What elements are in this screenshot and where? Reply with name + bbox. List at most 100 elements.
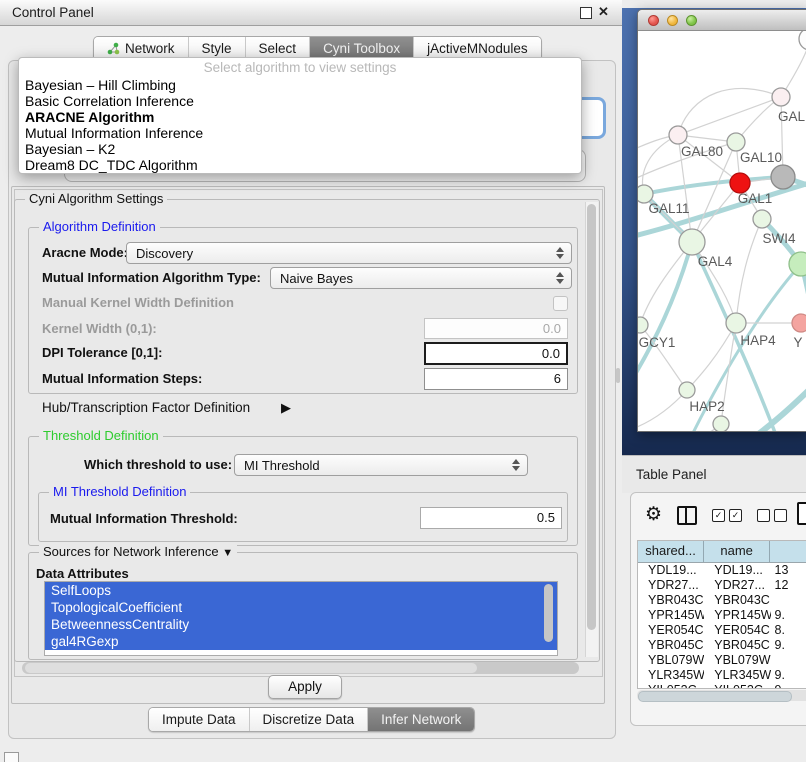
table-row[interactable]: YBR045CYBR045C9. bbox=[638, 638, 806, 653]
cyni-tab-impute-data[interactable]: Impute Data bbox=[149, 708, 250, 731]
data-attributes-list[interactable]: SelfLoopsTopologicalCoefficientBetweenne… bbox=[44, 581, 558, 656]
network-window-titlebar bbox=[638, 10, 806, 31]
algorithm-item-bayesian-hill-climbing[interactable]: Bayesian – Hill Climbing bbox=[19, 77, 581, 93]
cyni-settings-title: Cyni Algorithm Settings bbox=[25, 191, 167, 206]
node-label: GAL80 bbox=[681, 144, 723, 159]
attribute-item-betweennesscentrality[interactable]: BetweennessCentrality bbox=[45, 616, 557, 633]
table-row[interactable]: YLR345WYLR345W9. bbox=[638, 668, 806, 683]
table-row[interactable]: YDL19...YDL19...13 bbox=[638, 563, 806, 578]
network-node[interactable] bbox=[771, 165, 795, 189]
algorithm-definition-title: Algorithm Definition bbox=[39, 219, 160, 234]
collapsed-arrow-icon[interactable]: ▶ bbox=[281, 400, 291, 416]
table-row[interactable]: YPR145WYPR145W9. bbox=[638, 608, 806, 623]
algorithm-item-mutual-information-inference[interactable]: Mutual Information Inference bbox=[19, 125, 581, 141]
column-header-clipped[interactable] bbox=[770, 541, 806, 562]
table-row[interactable]: YIL052CYIL052C9 bbox=[638, 683, 806, 689]
table-row[interactable]: YER054CYER054C8. bbox=[638, 623, 806, 638]
settings-horizontal-scrollbar[interactable] bbox=[22, 662, 579, 674]
which-threshold-value: MI Threshold bbox=[244, 458, 320, 473]
node-label: HAP4 bbox=[740, 333, 776, 348]
network-node[interactable] bbox=[713, 416, 729, 431]
node-label: GAL4 bbox=[698, 254, 733, 269]
aracne-mode-value: Discovery bbox=[136, 246, 193, 261]
network-node-gal[interactable] bbox=[772, 88, 790, 106]
hub-definition-label[interactable]: Hub/Transcription Factor Definition bbox=[42, 400, 250, 416]
network-node-gal80[interactable] bbox=[669, 126, 687, 144]
network-node-swi4[interactable] bbox=[753, 210, 771, 228]
algorithm-item-aracne-algorithm[interactable]: ARACNE Algorithm bbox=[19, 109, 581, 125]
network-node-gal4[interactable] bbox=[679, 229, 705, 255]
table-horizontal-scrollbar[interactable] bbox=[637, 690, 806, 701]
network-graph-icon bbox=[107, 42, 120, 55]
table-hscroll-thumb[interactable] bbox=[638, 691, 792, 702]
network-node-hap2[interactable] bbox=[679, 382, 695, 398]
manual-kernel-label: Manual Kernel Width Definition bbox=[42, 295, 234, 311]
attr-list-scroll-thumb[interactable] bbox=[544, 584, 553, 642]
network-view-window: GALGAL80GAL10GAL1GAL11SWI4GAL4GCY1HAP4YH… bbox=[637, 9, 806, 432]
kernel-width-label: Kernel Width (0,1): bbox=[42, 321, 157, 337]
attribute-item-gal4rgexp[interactable]: gal4RGexp bbox=[45, 633, 557, 650]
table-row[interactable]: YDR27...YDR27...12 bbox=[638, 578, 806, 593]
network-node-y[interactable] bbox=[792, 314, 806, 332]
node-table[interactable]: shared...name YDL19...YDL19...13YDR27...… bbox=[637, 540, 806, 689]
gear-icon[interactable]: ⚙ bbox=[645, 505, 662, 525]
network-node-gal10[interactable] bbox=[727, 133, 745, 151]
node-label: GAL bbox=[778, 109, 806, 124]
mac-close-button[interactable] bbox=[648, 15, 659, 26]
mac-zoom-button[interactable] bbox=[686, 15, 697, 26]
algorithm-item-bayesian-k2[interactable]: Bayesian – K2 bbox=[19, 141, 581, 157]
table-panel-title: Table Panel bbox=[636, 467, 707, 482]
network-graph[interactable]: GALGAL80GAL10GAL1GAL11SWI4GAL4GCY1HAP4YH… bbox=[638, 31, 806, 431]
table-cell: YER054C bbox=[704, 623, 770, 638]
table-cell: 9. bbox=[771, 638, 806, 653]
cyni-tab-infer-network[interactable]: Infer Network bbox=[368, 708, 474, 731]
apply-button[interactable]: Apply bbox=[268, 675, 342, 699]
mi-steps-field[interactable]: 6 bbox=[424, 368, 568, 390]
table-cell: YPR145W bbox=[704, 608, 770, 623]
network-node[interactable] bbox=[789, 252, 806, 276]
mi-type-value: Naive Bayes bbox=[280, 271, 353, 286]
expanded-arrow-icon[interactable]: ▼ bbox=[222, 547, 233, 559]
settings-hscroll-thumb[interactable] bbox=[25, 663, 477, 673]
mi-threshold-field[interactable]: 0.5 bbox=[420, 507, 562, 529]
attribute-item-selfloops[interactable]: SelfLoops bbox=[45, 582, 557, 599]
network-node-gcy1[interactable] bbox=[638, 317, 648, 333]
sources-title: Sources for Network Inference bbox=[43, 544, 219, 559]
column-header-shared[interactable]: shared... bbox=[638, 541, 704, 562]
table-cell: YDR27... bbox=[638, 578, 704, 593]
table-row[interactable]: YBL079WYBL079W bbox=[638, 653, 806, 668]
settings-vertical-scrollbar[interactable] bbox=[585, 202, 598, 657]
table-rows: YDL19...YDL19...13YDR27...YDR27...12YBR0… bbox=[638, 563, 806, 689]
aracne-mode-select[interactable]: Discovery bbox=[126, 242, 572, 264]
algorithm-item-basic-correlation-inference[interactable]: Basic Correlation Inference bbox=[19, 93, 581, 109]
network-node-gal1[interactable] bbox=[730, 173, 750, 193]
float-window-icon[interactable] bbox=[580, 7, 592, 19]
network-node[interactable] bbox=[799, 31, 806, 50]
table-cell: YBL079W bbox=[704, 653, 770, 668]
column-header-name[interactable]: name bbox=[704, 541, 770, 562]
cyni-tab-label: Impute Data bbox=[162, 712, 236, 727]
page-icon[interactable] bbox=[797, 502, 806, 525]
mac-minimize-button[interactable] bbox=[667, 15, 678, 26]
kernel-width-field[interactable]: 0.0 bbox=[424, 318, 568, 339]
split-column-icon[interactable] bbox=[677, 506, 697, 525]
select-all-icon[interactable]: ✓ ✓ bbox=[712, 509, 742, 522]
which-threshold-select[interactable]: MI Threshold bbox=[234, 454, 528, 476]
mi-type-select[interactable]: Naive Bayes bbox=[270, 267, 572, 289]
table-row[interactable]: YBR043CYBR043C bbox=[638, 593, 806, 608]
settings-scroll-thumb[interactable] bbox=[587, 204, 596, 630]
table-cell: YER054C bbox=[638, 623, 704, 638]
algorithm-item-dream8-dc-tdc-algorithm[interactable]: Dream8 DC_TDC Algorithm bbox=[19, 157, 581, 173]
node-label: HAP2 bbox=[689, 399, 724, 414]
cyni-tab-label: Discretize Data bbox=[263, 712, 355, 727]
manual-kernel-checkbox[interactable] bbox=[553, 296, 568, 311]
table-cell: YLR345W bbox=[704, 668, 770, 683]
attribute-item-topologicalcoefficient[interactable]: TopologicalCoefficient bbox=[45, 599, 557, 616]
close-icon[interactable]: ✕ bbox=[598, 4, 609, 20]
cyni-tab-discretize-data[interactable]: Discretize Data bbox=[250, 708, 369, 731]
deselect-all-icon[interactable] bbox=[757, 509, 787, 522]
network-node-hap4[interactable] bbox=[726, 313, 746, 333]
split-pane-handle[interactable] bbox=[616, 368, 620, 383]
dpi-tolerance-field[interactable]: 0.0 bbox=[424, 342, 568, 365]
attr-list-scrollbar[interactable] bbox=[543, 582, 555, 653]
